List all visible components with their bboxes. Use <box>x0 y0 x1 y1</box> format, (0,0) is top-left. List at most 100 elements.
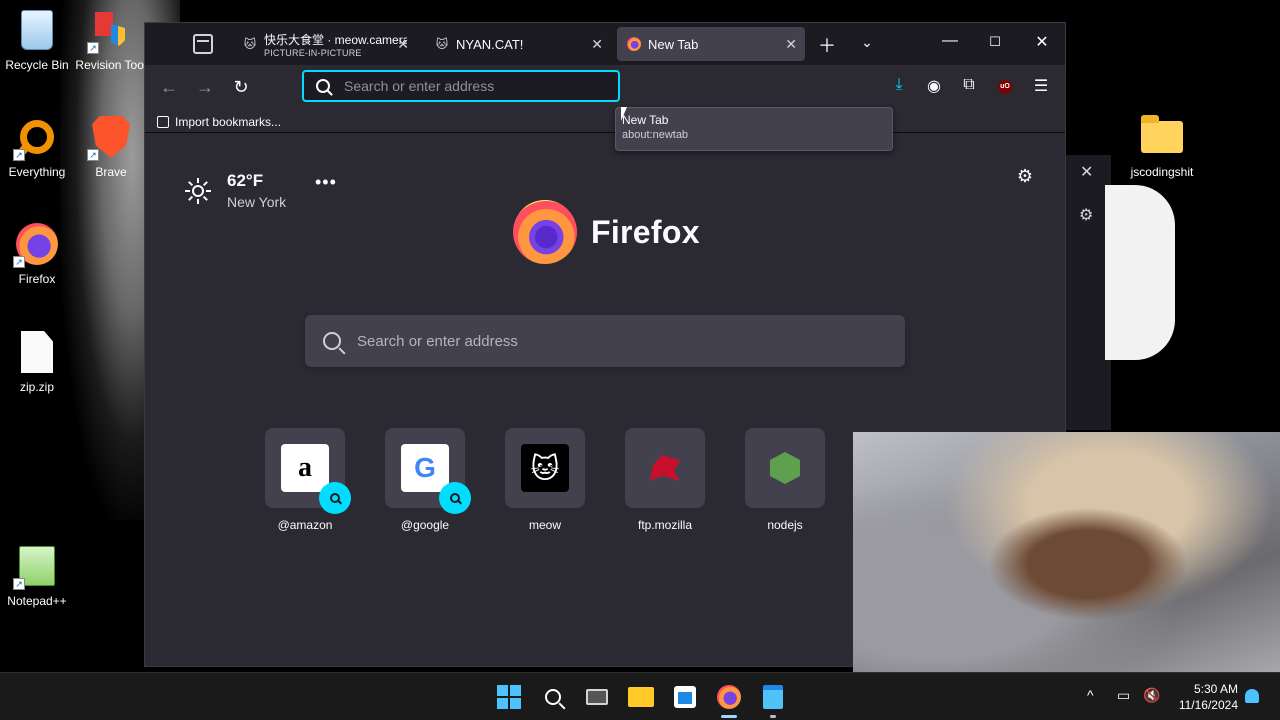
file-icon <box>21 331 53 373</box>
taskbar: ^ ▭ 🔇 5:30 AM 11/16/2024 <box>0 672 1280 720</box>
nodejs-hexagon-icon <box>761 444 809 492</box>
brand-wordmark: Firefox <box>591 213 700 250</box>
clock-time: 5:30 AM <box>1193 682 1238 696</box>
search-shortcut-badge-icon <box>439 482 471 514</box>
microsoft-store-button[interactable] <box>671 683 699 711</box>
shortcut-label: @google <box>400 518 450 532</box>
cat-icon: 🐱 <box>435 37 449 51</box>
shortcut-arrow-icon: ↗ <box>87 42 99 54</box>
shortcut-label: @amazon <box>277 518 333 532</box>
cat-icon: 🐱 <box>521 444 569 492</box>
close-icon[interactable]: ✕ <box>397 36 409 53</box>
close-icon[interactable]: ✕ <box>785 36 797 53</box>
newtab-search-box[interactable]: Search or enter address <box>305 315 905 367</box>
mouse-cursor-icon <box>621 107 633 121</box>
network-icon[interactable]: ▭ <box>1117 687 1130 704</box>
firefox-icon <box>627 37 641 51</box>
firefox-view-icon[interactable] <box>193 34 213 54</box>
shortcut-tile-google[interactable]: G @google <box>385 428 471 532</box>
forward-arrow-icon[interactable]: → <box>193 77 217 98</box>
hamburger-menu-icon[interactable]: ☰ <box>1030 76 1052 98</box>
weather-temperature: 62°F <box>227 171 264 190</box>
back-arrow-icon[interactable]: ← <box>157 77 181 98</box>
desktop-icon-label: Notepad++ <box>7 594 67 608</box>
volume-muted-icon[interactable]: 🔇 <box>1143 687 1160 704</box>
file-explorer-button[interactable] <box>627 683 655 711</box>
wallpaper-nyan-cat <box>1105 185 1175 360</box>
taskbar-notepad-button[interactable] <box>759 683 787 711</box>
desktop-icon-label: Everything <box>8 165 66 179</box>
tab-meow-camera[interactable]: 🐱 快乐大食堂 · meow.camera PICTURE-IN-PICTURE… <box>233 27 417 61</box>
shortcut-tile-nodejs[interactable]: nodejs <box>745 428 825 532</box>
top-sites: a @amazon G @google 🐱 meow ftp.mozilla n… <box>265 428 825 532</box>
start-button[interactable] <box>495 683 523 711</box>
chevron-down-icon[interactable]: ⌄ <box>855 34 879 51</box>
desktop-icon-firefox[interactable]: ↗ Firefox <box>0 222 74 286</box>
tooltip-title: New Tab <box>622 113 669 127</box>
new-tab-plus-icon[interactable]: ＋ <box>815 32 839 58</box>
shortcut-tile-meow[interactable]: 🐱 meow <box>505 428 585 532</box>
bookmark-label: Import bookmarks... <box>175 115 282 129</box>
desktop-icon-revision-tool[interactable]: ↗ Revision Tool <box>74 8 148 72</box>
tab-tooltip: New Tab about:newtab <box>615 107 893 151</box>
desktop-icon-label: jscodingshit <box>1130 165 1194 179</box>
active-app-indicator <box>721 715 737 718</box>
reload-icon[interactable]: ↻ <box>229 77 253 98</box>
desktop-icon-label: Firefox <box>18 272 56 286</box>
background-window-close-icon[interactable]: ✕ <box>1080 162 1093 182</box>
picture-in-picture-video[interactable] <box>853 432 1280 672</box>
extensions-icon[interactable]: ⧉ <box>958 76 980 98</box>
desktop-icon-label: zip.zip <box>19 380 54 394</box>
maximize-icon[interactable]: ☐ <box>983 34 1007 58</box>
search-placeholder: Search or enter address <box>357 332 518 350</box>
desktop-icon-label: Revision Tool <box>75 58 147 72</box>
desktop-icon-zip[interactable]: zip.zip <box>0 330 74 394</box>
gear-icon[interactable]: ⚙ <box>1017 166 1033 187</box>
system-clock[interactable]: 5:30 AM 11/16/2024 <box>1168 681 1238 713</box>
notepad-icon <box>763 685 783 709</box>
tab-nyan-cat[interactable]: 🐱 NYAN.CAT! ✕ <box>425 27 611 61</box>
firefox-logo-icon <box>513 200 577 264</box>
taskbar-firefox-button[interactable] <box>715 683 743 711</box>
shortcut-tile-amazon[interactable]: a @amazon <box>265 428 351 532</box>
firefox-brand: Firefox <box>513 200 700 264</box>
ublock-origin-icon[interactable]: uO <box>998 80 1012 94</box>
tooltip-url: about:newtab <box>622 129 689 141</box>
address-bar[interactable] <box>302 70 620 102</box>
weather-widget[interactable]: 62°F New York <box>185 171 286 210</box>
shortcut-arrow-icon: ↗ <box>13 256 25 268</box>
desktop-icon-everything[interactable]: ↗ Everything <box>0 115 74 179</box>
more-options-icon[interactable]: ••• <box>315 172 337 193</box>
task-view-button[interactable] <box>583 683 611 711</box>
background-window-gear-icon[interactable]: ⚙ <box>1079 205 1093 225</box>
desktop-icon-notepadpp[interactable]: ↗ Notepad++ <box>0 544 74 608</box>
chevron-up-icon[interactable]: ^ <box>1087 687 1094 703</box>
desktop-icon-brave[interactable]: ↗ Brave <box>74 115 148 179</box>
sun-icon <box>185 177 211 204</box>
bookmarks-toolbar: Import bookmarks... <box>145 111 1065 133</box>
running-app-indicator <box>770 715 776 718</box>
windows-logo-icon <box>497 685 521 709</box>
search-icon <box>323 332 341 350</box>
address-input[interactable] <box>344 78 594 94</box>
search-shortcut-badge-icon <box>319 482 351 514</box>
shortcut-tile-ftp-mozilla[interactable]: ftp.mozilla <box>625 428 705 532</box>
tab-new-tab[interactable]: New Tab ✕ <box>617 27 805 61</box>
download-icon[interactable]: ⤓ <box>888 76 910 98</box>
desktop-icon-recycle-bin[interactable]: Recycle Bin <box>0 8 74 72</box>
import-bookmarks-button[interactable]: Import bookmarks... <box>157 115 281 129</box>
shortcut-arrow-icon: ↗ <box>87 149 99 161</box>
recycle-bin-icon <box>21 10 53 50</box>
navigation-toolbar: ← → ↻ ⤓ ◉ ⧉ uO ☰ New Tab about:newtab <box>145 65 1065 151</box>
window-close-icon[interactable]: ✕ <box>1030 32 1054 56</box>
desktop-icon-label: Brave <box>95 165 127 179</box>
shortcut-label: nodejs <box>767 518 803 532</box>
tab-title: New Tab <box>648 36 699 52</box>
minimize-icon[interactable]: — <box>938 32 962 56</box>
search-icon <box>316 79 330 93</box>
taskbar-search-button[interactable] <box>539 683 567 711</box>
close-icon[interactable]: ✕ <box>591 36 603 53</box>
desktop-icon-folder[interactable]: jscodingshit <box>1122 115 1202 179</box>
notification-bell-icon[interactable] <box>1245 689 1259 703</box>
account-icon[interactable]: ◉ <box>923 76 945 98</box>
